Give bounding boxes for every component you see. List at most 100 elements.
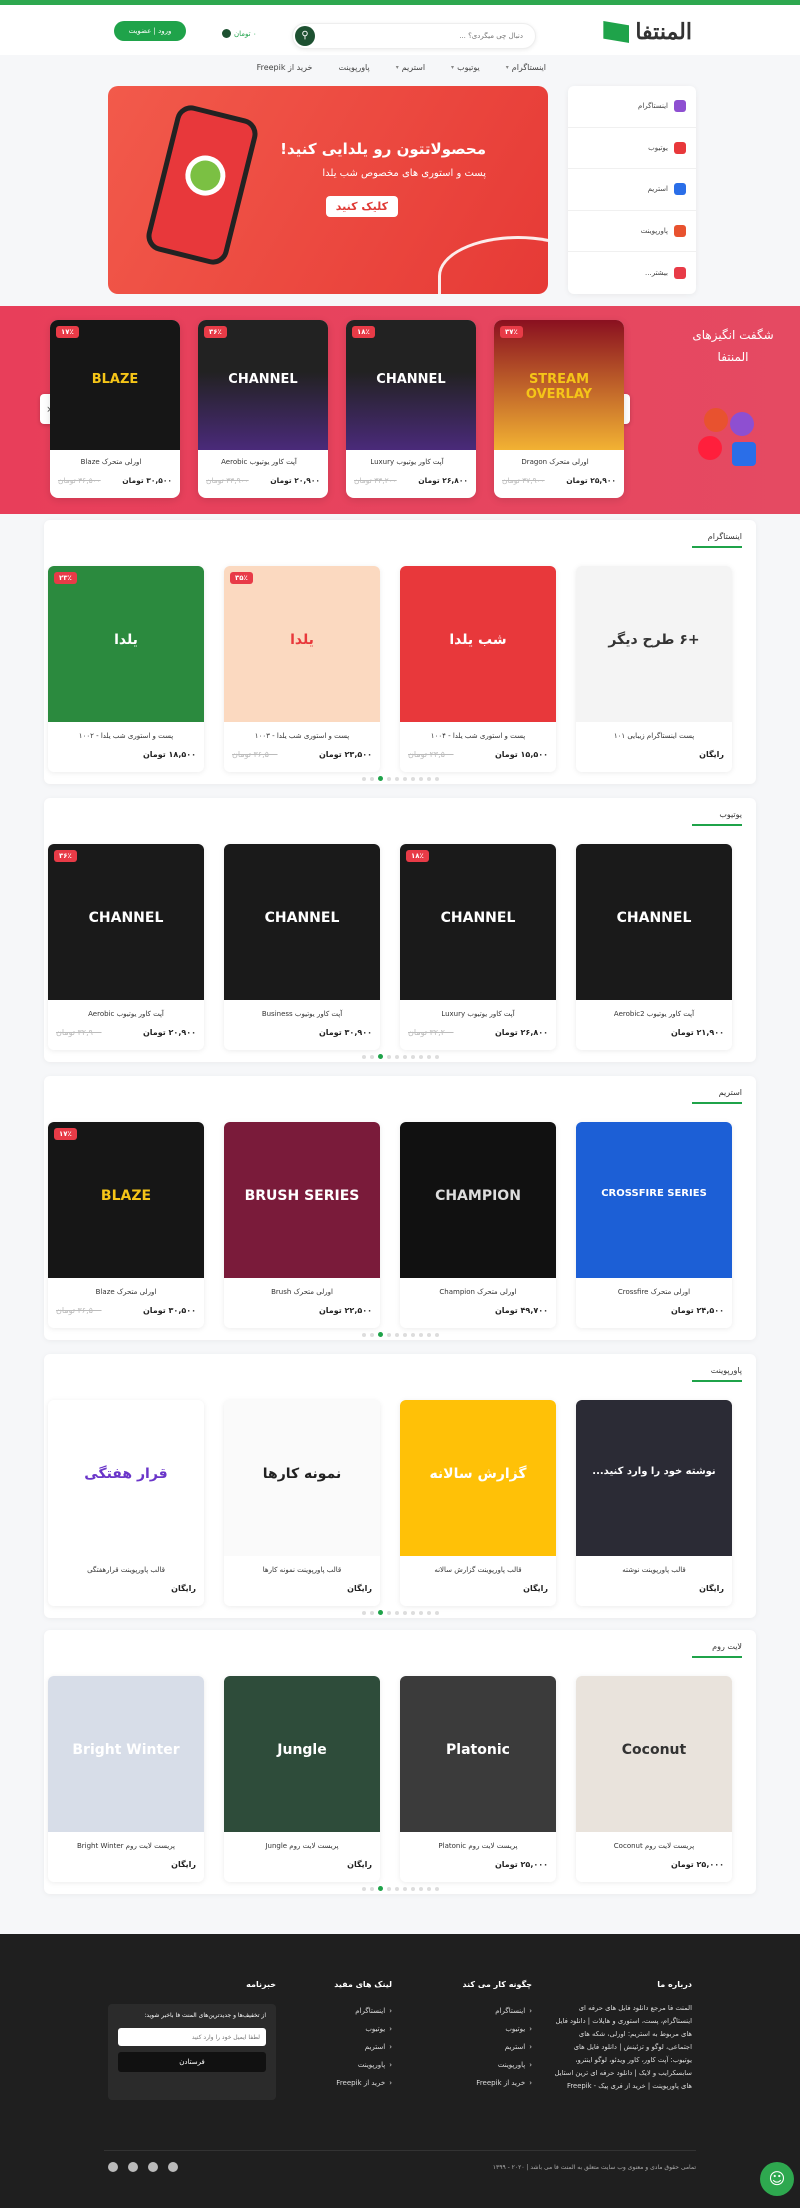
carousel-dot[interactable] xyxy=(369,777,374,781)
carousel-dot[interactable] xyxy=(426,1055,431,1059)
cart-button[interactable]: ۰ تومان xyxy=(222,29,257,38)
sidebar-item[interactable]: یوتیوب xyxy=(568,128,696,170)
sidebar-item[interactable]: پاورپوینت xyxy=(568,211,696,253)
nav-item[interactable]: استریم ▾ xyxy=(396,58,425,78)
product-card[interactable]: CHANNEL آپت کاور یوتیوب Aerobic2 ۲۱,۹۰۰ تو… xyxy=(576,844,732,1050)
footer-link[interactable]: ‹ پاورپوینت xyxy=(292,2056,392,2074)
carousel-dot[interactable] xyxy=(361,1611,366,1615)
carousel-dot[interactable] xyxy=(410,1611,415,1615)
carousel-dot[interactable] xyxy=(426,1333,431,1337)
product-card[interactable]: BLAZE ۱۷٪ اورلی متحرک Blaze ۳۰,۵۰۰ تومان ۳۶,… xyxy=(48,1122,204,1328)
carousel-dot[interactable] xyxy=(361,1055,366,1059)
youtube-icon[interactable] xyxy=(128,2162,138,2172)
carousel-dot[interactable] xyxy=(386,1611,391,1615)
carousel-dot[interactable] xyxy=(426,1611,431,1615)
product-card[interactable]: قرار هفتگی قالب پاورپوینت قرارهفتگی رایگان xyxy=(48,1400,204,1606)
footer-link[interactable]: ‹ خرید از Freepik xyxy=(292,2074,392,2092)
footer-link[interactable]: ‹ اینستاگرام xyxy=(292,2002,392,2020)
carousel-dot[interactable] xyxy=(369,1055,374,1059)
footer-link[interactable]: ‹ یوتیوب xyxy=(432,2020,532,2038)
carousel-dot[interactable] xyxy=(377,1054,383,1059)
footer-link[interactable]: ‹ اینستاگرام xyxy=(432,2002,532,2020)
search-icon[interactable]: ⚲ xyxy=(295,26,315,46)
footer-link[interactable]: ‹ استریم xyxy=(292,2038,392,2056)
product-card[interactable]: شب یلدا پست و استوری شب یلدا - ۱۰۰۴ ۱۵,۵۰۰… xyxy=(400,566,556,772)
carousel-dot[interactable] xyxy=(418,1055,423,1059)
carousel-dot[interactable] xyxy=(402,777,407,781)
footer-link[interactable]: ‹ یوتیوب xyxy=(292,2020,392,2038)
product-card[interactable]: Coconut پریست لایت روم Coconut ۲۵,۰۰۰ توما… xyxy=(576,1676,732,1882)
product-card[interactable]: یلدا ۲۳٪ پست و استوری شب یلدا - ۱۰۰۲ ۱۸,۵۰۰… xyxy=(48,566,204,772)
product-card[interactable]: یلدا ۳۵٪ پست و استوری شب یلدا - ۱۰۰۳ ۲۳,۵۰۰… xyxy=(224,566,380,772)
carousel-dot[interactable] xyxy=(410,777,415,781)
carousel-dots[interactable] xyxy=(44,1332,756,1337)
nav-item[interactable]: اینستاگرام ▾ xyxy=(506,58,546,78)
carousel-dot[interactable] xyxy=(418,1887,423,1891)
carousel-dot[interactable] xyxy=(434,777,439,781)
carousel-dot[interactable] xyxy=(386,777,391,781)
facebook-icon[interactable] xyxy=(168,2162,178,2172)
carousel-dot[interactable] xyxy=(394,1611,399,1615)
hero-banner[interactable]: محصولاتتون رو یلدایی کنید! پست و استوری … xyxy=(108,86,548,294)
product-card[interactable]: نمونه کارها قالب پاورپوینت نمونه کارها رای… xyxy=(224,1400,380,1606)
carousel-dot[interactable] xyxy=(361,1333,366,1337)
carousel-dot[interactable] xyxy=(410,1055,415,1059)
logo[interactable]: المنتفا xyxy=(603,19,692,45)
carousel-dot[interactable] xyxy=(410,1333,415,1337)
carousel-dot[interactable] xyxy=(434,1333,439,1337)
carousel-dot[interactable] xyxy=(434,1055,439,1059)
product-card[interactable]: CHANNEL ۱۸٪ آپت کاور یوتیوب Luxury ۲۶,۸۰۰ ت… xyxy=(400,844,556,1050)
offer-card[interactable]: CHANNEL ۱۸٪ آپت کاور یوتیوب Luxury ۲۶,۸۰۰ ت… xyxy=(346,320,476,498)
chat-widget-icon[interactable]: ☺ xyxy=(760,2162,794,2196)
sidebar-item[interactable]: اینستاگرام xyxy=(568,86,696,128)
carousel-dot[interactable] xyxy=(418,1333,423,1337)
carousel-dot[interactable] xyxy=(369,1333,374,1337)
carousel-dot[interactable] xyxy=(426,1887,431,1891)
carousel-dot[interactable] xyxy=(377,776,383,781)
instagram-icon[interactable] xyxy=(108,2162,118,2172)
product-card[interactable]: CHAMPION اورلی متحرک Champion ۴۹,۷۰۰ تومان xyxy=(400,1122,556,1328)
login-button[interactable]: ورود | عضویت xyxy=(114,21,186,41)
product-card[interactable]: CHANNEL ۳۶٪ آپت کاور یوتیوب Aerobic ۲۰,۹۰۰ … xyxy=(48,844,204,1050)
carousel-dot[interactable] xyxy=(426,777,431,781)
sidebar-item[interactable]: استریم xyxy=(568,169,696,211)
product-card[interactable]: +۶ طرح دیگر پست اینستاگرام زیبایی ۱۰۱ رایگ… xyxy=(576,566,732,772)
footer-link[interactable]: ‹ خرید از Freepik xyxy=(432,2074,532,2092)
product-card[interactable]: Platonic پریست لایت روم Platonic ۲۵,۰۰۰ تو… xyxy=(400,1676,556,1882)
carousel-dot[interactable] xyxy=(402,1055,407,1059)
product-card[interactable]: BRUSH SERIES اورلی متحرک Brush ۲۲,۵۰۰ توما… xyxy=(224,1122,380,1328)
carousel-dots[interactable] xyxy=(44,1610,756,1615)
hero-cta-button[interactable]: کلیک کنید xyxy=(325,196,398,217)
sidebar-item[interactable]: بیشتر... xyxy=(568,252,696,294)
carousel-dot[interactable] xyxy=(418,1611,423,1615)
product-card[interactable]: گزارش سالانه قالب پاورپوینت گزارش سالانه ر… xyxy=(400,1400,556,1606)
carousel-dot[interactable] xyxy=(361,1887,366,1891)
product-card[interactable]: CHANNEL آپت کاور یوتیوب Business ۳۰,۹۰۰ تو… xyxy=(224,844,380,1050)
carousel-dot[interactable] xyxy=(386,1887,391,1891)
carousel-dot[interactable] xyxy=(369,1887,374,1891)
nav-item[interactable]: یوتیوب ▾ xyxy=(451,58,480,78)
carousel-dot[interactable] xyxy=(418,777,423,781)
carousel-dot[interactable] xyxy=(410,1887,415,1891)
newsletter-email-input[interactable] xyxy=(118,2028,266,2046)
newsletter-submit-button[interactable]: فرستادن xyxy=(118,2052,266,2072)
carousel-dot[interactable] xyxy=(402,1611,407,1615)
footer-link[interactable]: ‹ پاورپوینت xyxy=(432,2056,532,2074)
carousel-dot[interactable] xyxy=(369,1611,374,1615)
offer-card[interactable]: CHANNEL ۳۶٪ آپت کاور یوتیوب Aerobic ۲۰,۹۰۰ … xyxy=(198,320,328,498)
carousel-dot[interactable] xyxy=(394,1055,399,1059)
carousel-dot[interactable] xyxy=(377,1886,383,1891)
carousel-dot[interactable] xyxy=(361,777,366,781)
search-input[interactable] xyxy=(335,24,535,48)
offer-card[interactable]: BLAZE ۱۷٪ اورلی متحرک Blaze ۳۰,۵۰۰ تومان ۳۶,… xyxy=(50,320,180,498)
carousel-dot[interactable] xyxy=(434,1887,439,1891)
offer-card[interactable]: STREAM OVERLAY ۳۷٪ اورلی متحرک Dragon ۲۵,۹۰… xyxy=(494,320,624,498)
carousel-dot[interactable] xyxy=(402,1333,407,1337)
carousel-dot[interactable] xyxy=(377,1610,383,1615)
carousel-dots[interactable] xyxy=(44,1054,756,1059)
product-card[interactable]: Bright Winter پریست لایت روم Bright Winte… xyxy=(48,1676,204,1882)
carousel-dots[interactable] xyxy=(44,776,756,781)
footer-link[interactable]: ‹ استریم xyxy=(432,2038,532,2056)
carousel-dot[interactable] xyxy=(394,1333,399,1337)
carousel-dot[interactable] xyxy=(394,1887,399,1891)
